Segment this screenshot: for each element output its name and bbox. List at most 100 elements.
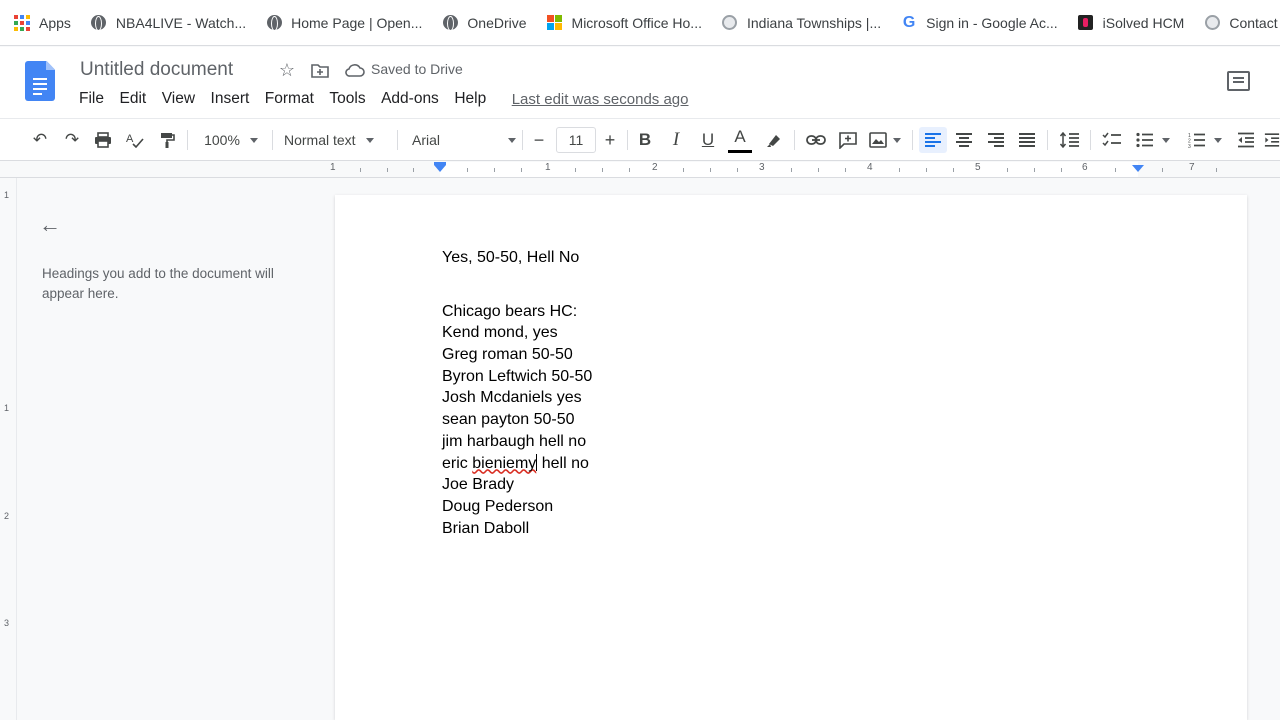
text-color-button[interactable]: A <box>729 124 751 150</box>
misspelled-word[interactable]: bieniemy <box>472 455 536 472</box>
menu-view[interactable]: View <box>162 90 195 108</box>
bookmark-apps[interactable]: Apps <box>14 14 71 31</box>
doc-line[interactable]: Chicago bears HC: <box>442 301 592 323</box>
checklist-icon[interactable] <box>1099 127 1125 153</box>
bookmark-nba4live[interactable]: NBA4LIVE - Watch... <box>91 15 246 31</box>
doc-line[interactable]: Brian Daboll <box>442 518 592 540</box>
vertical-ruler[interactable]: 1 1 2 3 <box>0 178 17 720</box>
doc-line[interactable]: Josh Mcdaniels yes <box>442 387 592 409</box>
back-arrow-icon[interactable]: ← <box>39 212 61 238</box>
bookmark-label: Microsoft Office Ho... <box>571 14 702 31</box>
document-page[interactable]: Yes, 50-50, Hell No Chicago bears HC: Ke… <box>335 195 1247 720</box>
ruler-tick <box>413 168 414 172</box>
align-center-icon[interactable] <box>951 127 977 153</box>
document-title[interactable]: Untitled document <box>80 59 233 81</box>
highlight-color-icon[interactable] <box>762 127 786 153</box>
menu-edit[interactable]: Edit <box>119 90 146 108</box>
document-body[interactable]: Yes, 50-50, Hell No Chicago bears HC: Ke… <box>442 247 592 539</box>
doc-line[interactable]: Joe Brady <box>442 474 592 496</box>
ruler-tick <box>467 168 468 172</box>
ruler-number: 2 <box>652 162 658 173</box>
bookmark-google-signin[interactable]: G Sign in - Google Ac... <box>901 13 1058 31</box>
menu-tools[interactable]: Tools <box>329 90 365 108</box>
font-select[interactable]: Arial <box>412 127 516 153</box>
paint-format-icon[interactable] <box>155 127 179 153</box>
justify-icon[interactable] <box>1014 127 1040 153</box>
last-edit-link[interactable]: Last edit was seconds ago <box>512 91 689 108</box>
bookmark-isolved[interactable]: iSolved HCM <box>1078 15 1184 31</box>
doc-line[interactable]: Greg roman 50-50 <box>442 344 592 366</box>
bookmark-onedrive[interactable]: OneDrive <box>442 15 527 31</box>
globe-icon <box>442 15 458 31</box>
ruler-tick <box>1216 168 1217 172</box>
bookmark-contact[interactable]: Contact - The Of... <box>1204 15 1280 31</box>
insert-link-icon[interactable] <box>804 127 828 153</box>
menu-format[interactable]: Format <box>265 90 314 108</box>
doc-line[interactable]: sean payton 50-50 <box>442 409 592 431</box>
ruler-tick <box>602 168 603 172</box>
align-right-icon[interactable] <box>983 127 1009 153</box>
ruler-tick <box>845 168 846 172</box>
align-left-icon[interactable] <box>919 127 947 153</box>
doc-line[interactable]: jim harbaugh hell no <box>442 431 592 453</box>
decrease-indent-icon[interactable] <box>1234 127 1258 153</box>
doc-line[interactable]: Doug Pederson <box>442 496 592 518</box>
underline-button[interactable]: U <box>697 127 719 153</box>
ruler-tick <box>387 168 388 172</box>
bold-button[interactable]: B <box>634 127 656 153</box>
cloud-saved-icon <box>344 59 366 81</box>
decrease-font-size-button[interactable]: − <box>528 127 550 153</box>
italic-button[interactable]: I <box>665 127 687 153</box>
toolbar-divider <box>397 130 398 150</box>
doc-line[interactable]: Kend mond, yes <box>442 322 592 344</box>
toolbar-divider <box>1090 130 1091 150</box>
ruler-tick <box>521 168 522 172</box>
bulleted-list-icon[interactable] <box>1131 127 1175 153</box>
bookmark-label: Home Page | Open... <box>291 14 423 31</box>
bookmark-home-page[interactable]: Home Page | Open... <box>266 15 422 31</box>
apps-grid-icon <box>14 14 30 31</box>
left-indent-marker[interactable] <box>434 165 446 172</box>
add-comment-icon[interactable] <box>836 127 860 153</box>
move-folder-icon[interactable] <box>309 59 331 81</box>
zoom-select[interactable]: 100% <box>199 127 263 153</box>
menu-add-ons[interactable]: Add-ons <box>381 90 439 108</box>
undo-icon[interactable]: ↶ <box>28 127 52 153</box>
comment-history-icon[interactable] <box>1227 71 1250 91</box>
menu-file[interactable]: File <box>79 90 104 108</box>
menu-help[interactable]: Help <box>454 90 486 108</box>
font-size-input[interactable]: 11 <box>556 127 596 153</box>
numbered-list-icon[interactable]: 123 <box>1183 127 1227 153</box>
google-logo-icon: G <box>902 13 916 31</box>
toolbar-divider <box>272 130 273 150</box>
toolbar-divider <box>627 130 628 150</box>
right-indent-marker[interactable] <box>1132 165 1144 172</box>
print-icon[interactable] <box>91 127 115 153</box>
paragraph-style-select[interactable]: Normal text <box>284 127 388 153</box>
bookmark-label: Sign in - Google Ac... <box>926 14 1058 31</box>
doc-line[interactable]: Yes, 50-50, Hell No <box>442 247 592 269</box>
ruler-tick <box>737 168 738 172</box>
ruler-number: 3 <box>759 162 765 173</box>
chevron-down-icon <box>893 137 901 143</box>
doc-line[interactable]: eric bieniemy hell no <box>442 453 592 475</box>
globe-icon <box>266 15 282 31</box>
bookmark-microsoft-office[interactable]: Microsoft Office Ho... <box>547 15 702 31</box>
redo-icon[interactable]: ↷ <box>60 127 84 153</box>
horizontal-ruler[interactable]: 1 1 2 3 4 5 6 7 <box>0 161 1280 178</box>
star-icon[interactable]: ☆ <box>276 59 298 81</box>
svg-text:A: A <box>126 133 134 145</box>
doc-line[interactable]: Byron Leftwich 50-50 <box>442 366 592 388</box>
insert-image-icon[interactable] <box>866 127 904 153</box>
increase-indent-icon[interactable] <box>1264 127 1280 153</box>
spellcheck-icon[interactable]: A <box>123 127 147 153</box>
menu-insert[interactable]: Insert <box>211 90 250 108</box>
chevron-down-icon <box>365 137 374 143</box>
isolved-logo-icon <box>1078 15 1094 31</box>
microsoft-logo-icon <box>547 15 563 31</box>
doc-blank-line[interactable] <box>442 269 592 301</box>
docs-logo-icon[interactable] <box>25 61 55 101</box>
increase-font-size-button[interactable]: + <box>599 127 621 153</box>
bookmark-indiana-townships[interactable]: Indiana Townships |... <box>722 15 881 31</box>
line-spacing-icon[interactable] <box>1057 127 1083 153</box>
